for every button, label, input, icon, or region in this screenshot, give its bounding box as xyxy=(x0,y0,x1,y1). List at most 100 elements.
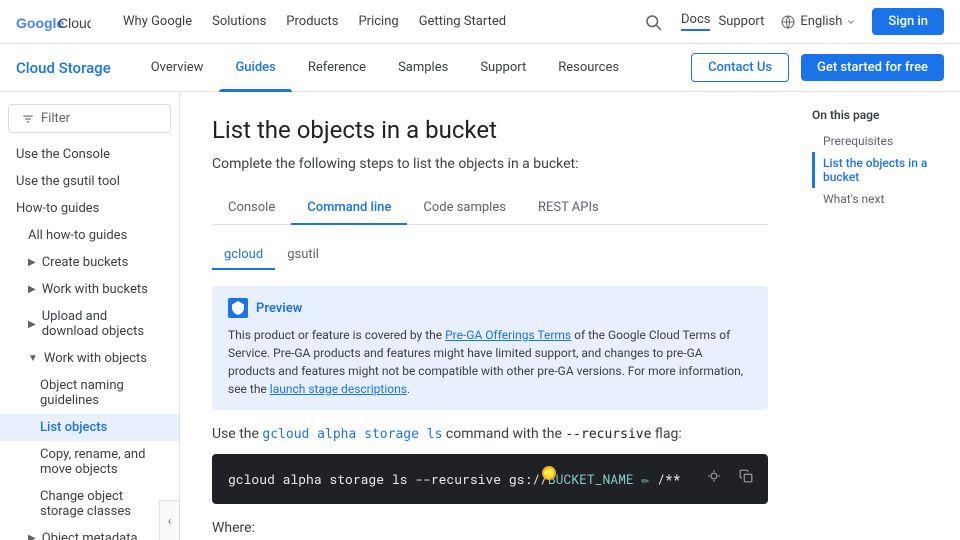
nav-reference[interactable]: Reference xyxy=(292,44,382,92)
nav-solutions[interactable]: Solutions xyxy=(204,0,274,44)
sidebar-item-label: Use the gsutil tool xyxy=(16,174,120,189)
toc-title: On this page xyxy=(812,108,948,122)
chevron-right-icon: ▶ xyxy=(28,284,36,295)
sidebar-item-list-objects[interactable]: List objects xyxy=(0,414,179,441)
nav-resources[interactable]: Resources xyxy=(542,44,635,92)
chevron-down-icon xyxy=(846,17,856,27)
dark-mode-button[interactable] xyxy=(700,462,728,490)
where-label: Where: xyxy=(212,520,768,536)
preview-text: This product or feature is covered by th… xyxy=(228,326,752,398)
sidebar-item-label: How-to guides xyxy=(16,201,99,216)
preview-label: Preview xyxy=(256,301,302,316)
preview-box: Preview This product or feature is cover… xyxy=(212,286,768,410)
tab-rest-apis[interactable]: REST APIs xyxy=(522,192,615,225)
nav-overview[interactable]: Overview xyxy=(135,44,220,92)
support-link[interactable]: Support xyxy=(718,14,764,29)
sidebar-item-object-metadata[interactable]: ▶ Object metadata xyxy=(0,525,179,540)
sidebar-item-label: Object naming guidelines xyxy=(40,378,163,408)
preview-header: Preview xyxy=(228,298,752,318)
sidebar-item-work-buckets[interactable]: ▶ Work with buckets xyxy=(0,276,179,303)
svg-text:Cloud: Cloud xyxy=(58,15,91,31)
sidebar-item-copy-rename[interactable]: Copy, rename, and move objects xyxy=(0,441,179,483)
sidebar-item-label: Work with buckets xyxy=(42,282,148,297)
sidebar-item-label: Create buckets xyxy=(42,255,129,270)
nav-support[interactable]: Support xyxy=(464,44,542,92)
gcloud-command: gcloud alpha storage ls xyxy=(262,427,442,442)
sign-in-button[interactable]: Sign in xyxy=(872,8,944,35)
nav-samples[interactable]: Samples xyxy=(382,44,464,92)
product-nav-links: Overview Guides Reference Samples Suppor… xyxy=(135,44,691,92)
sidebar-item-create-buckets[interactable]: ▶ Create buckets xyxy=(0,249,179,276)
sidebar: Filter Use the Console Use the gsutil to… xyxy=(0,92,180,540)
top-navigation: Google Cloud Why Google Solutions Produc… xyxy=(0,0,960,44)
get-started-button[interactable]: Get started for free xyxy=(801,54,944,81)
sidebar-item-object-naming[interactable]: Object naming guidelines xyxy=(0,372,179,414)
preview-icon xyxy=(228,298,248,318)
where-section: Where: BUCKET_NAME is the name of the bu… xyxy=(212,520,768,540)
sub-tab-gcloud[interactable]: gcloud xyxy=(212,241,275,270)
launch-stage-link[interactable]: launch stage descriptions xyxy=(270,382,407,396)
product-navigation: Cloud Storage Overview Guides Reference … xyxy=(0,44,960,92)
nav-products[interactable]: Products xyxy=(278,0,346,44)
product-title[interactable]: Cloud Storage xyxy=(16,59,111,77)
top-nav-links: Why Google Solutions Products Pricing Ge… xyxy=(115,0,633,44)
command-description: Use the gcloud alpha storage ls command … xyxy=(212,426,768,442)
toc-list-objects[interactable]: List the objects in a bucket xyxy=(812,152,948,188)
sidebar-item-gsutil[interactable]: Use the gsutil tool xyxy=(0,168,179,195)
sidebar-item-label: Upload and download objects xyxy=(42,309,163,339)
sidebar-item-upload-download[interactable]: ▶ Upload and download objects xyxy=(0,303,179,345)
sidebar-item-label: List objects xyxy=(40,420,107,435)
code-actions xyxy=(700,462,760,490)
tab-command-line[interactable]: Command line xyxy=(291,192,407,225)
sidebar-collapse-button[interactable]: ‹ xyxy=(159,500,179,540)
tab-code-samples[interactable]: Code samples xyxy=(407,192,522,225)
flag-text: --recursive xyxy=(565,427,651,442)
bucket-name-placeholder: BUCKET_NAME xyxy=(548,470,634,488)
tab-console[interactable]: Console xyxy=(212,192,291,225)
sidebar-item-all-howto[interactable]: All how-to guides xyxy=(0,222,179,249)
filter-icon xyxy=(21,112,35,126)
page-subtitle: Complete the following steps to list the… xyxy=(212,156,768,172)
sidebar-item-change-storage[interactable]: Change object storage classes xyxy=(0,483,179,525)
chevron-right-icon: ▶ xyxy=(28,533,36,540)
sidebar-item-label: Copy, rename, and move objects xyxy=(40,447,163,477)
sidebar-item-label: All how-to guides xyxy=(28,228,127,243)
language-label: English xyxy=(800,14,842,29)
pre-ga-terms-link[interactable]: Pre-GA Offerings Terms xyxy=(445,328,571,342)
sidebar-item-howto[interactable]: How-to guides xyxy=(0,195,179,222)
page-title: List the objects in a bucket xyxy=(212,116,768,144)
search-button[interactable] xyxy=(633,2,673,42)
nav-why-google[interactable]: Why Google xyxy=(115,0,200,44)
top-nav-right: Docs Support English Sign in xyxy=(633,2,944,42)
toc-whats-next[interactable]: What's next xyxy=(812,188,948,210)
sidebar-item-use-console[interactable]: Use the Console xyxy=(0,141,179,168)
sidebar-item-label: Work with objects xyxy=(44,351,147,366)
toc-prerequisites[interactable]: Prerequisites xyxy=(812,130,948,152)
chevron-right-icon: ▶ xyxy=(28,319,36,330)
second-nav-right: Contact Us Get started for free xyxy=(691,53,944,82)
sub-tabs: gcloud gsutil xyxy=(212,241,768,270)
nav-guides[interactable]: Guides xyxy=(219,44,291,92)
nav-getting-started[interactable]: Getting Started xyxy=(411,0,514,44)
sidebar-item-label: Object metadata xyxy=(42,531,138,540)
sub-tab-gsutil[interactable]: gsutil xyxy=(275,241,331,270)
google-cloud-logo[interactable]: Google Cloud xyxy=(16,10,91,34)
content-tabs: Console Command line Code samples REST A… xyxy=(212,192,768,225)
table-of-contents: On this page Prerequisites List the obje… xyxy=(800,92,960,540)
chevron-right-icon: ▶ xyxy=(28,257,36,268)
filter-label: Filter xyxy=(41,111,70,126)
copy-button[interactable] xyxy=(732,462,760,490)
language-selector[interactable]: English xyxy=(772,10,864,34)
chevron-down-icon: ▼ xyxy=(28,353,38,364)
sidebar-item-work-objects[interactable]: ▼ Work with objects xyxy=(0,345,179,372)
main-layout: Filter Use the Console Use the gsutil to… xyxy=(0,92,960,540)
main-content: List the objects in a bucket Complete th… xyxy=(180,92,800,540)
contact-us-button[interactable]: Contact Us xyxy=(691,53,789,82)
sidebar-filter[interactable]: Filter xyxy=(8,104,171,133)
code-block: gcloud alpha storage ls --recursive gs:/… xyxy=(212,454,768,504)
sidebar-item-label: Use the Console xyxy=(16,147,110,162)
docs-link[interactable]: Docs xyxy=(681,12,710,31)
sidebar-item-label: Change object storage classes xyxy=(40,489,163,519)
nav-pricing[interactable]: Pricing xyxy=(350,0,406,44)
code-content: gcloud alpha storage ls --recursive gs:/… xyxy=(228,470,681,488)
